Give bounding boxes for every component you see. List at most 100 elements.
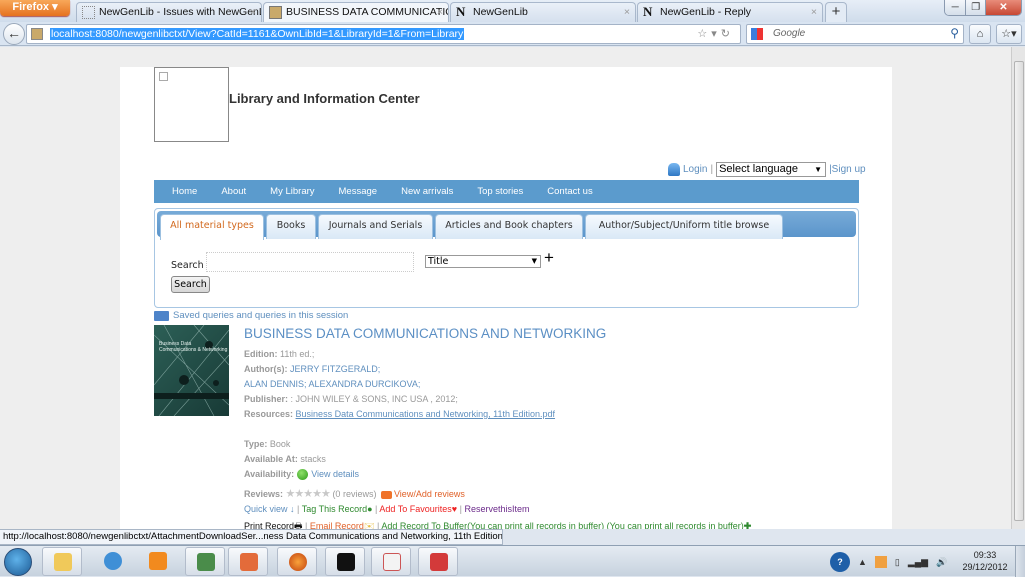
url-text[interactable]: localhost:8080/newgenlibctxt/View?CatId=… (50, 28, 465, 40)
taskbar-remote-desktop[interactable] (228, 547, 268, 576)
email-record-link[interactable]: Email Record (310, 521, 364, 529)
close-tab-icon[interactable]: × (811, 3, 817, 21)
search-button[interactable]: Search (171, 276, 210, 293)
menu-item-home[interactable]: Home (172, 186, 197, 197)
new-tab-button[interactable]: + (825, 2, 847, 22)
back-button[interactable]: ← (3, 23, 25, 45)
print-record-link[interactable]: Print Record (244, 521, 294, 529)
site-favicon-icon (31, 28, 43, 40)
reserve-item-link[interactable]: ReservethisItem (465, 504, 530, 514)
network-signal-icon[interactable]: ▂▄▆ (908, 557, 928, 568)
record-title[interactable]: BUSINESS DATA COMMUNICATIONS AND NETWORK… (244, 326, 606, 341)
battery-icon[interactable]: ▯ (895, 557, 900, 568)
author-link[interactable]: JERRY FITZGERALD; (290, 364, 380, 374)
edition-label: Edition: (244, 349, 278, 359)
search-field-value: Title (428, 256, 449, 267)
heart-icon: ♥ (451, 504, 458, 514)
close-tab-icon[interactable]: × (624, 3, 630, 21)
security-alert-icon[interactable] (874, 556, 887, 568)
authors-row-2[interactable]: ALAN DENNIS; ALEXANDRA DURCIKOVA; (244, 379, 420, 389)
help-info-icon[interactable]: ? (830, 552, 850, 572)
taskbar-internet-explorer[interactable] (93, 547, 133, 576)
firefox-menu-button[interactable]: Firefox ▾ (0, 0, 70, 16)
taskbar-java[interactable] (371, 547, 411, 576)
search-input[interactable] (206, 252, 414, 272)
tab-issues[interactable]: NewGenLib - Issues with NewGenLib ... × (76, 2, 262, 22)
home-button[interactable]: ⌂ (969, 24, 991, 44)
login-link[interactable]: Login (683, 164, 707, 175)
authors-row: Author(s): JERRY FITZGERALD; (244, 364, 380, 374)
tab-newgenlib-reply[interactable]: N NewGenLib - Reply × (637, 2, 823, 22)
bookmarks-button[interactable]: ☆▾ (996, 24, 1022, 44)
availability-label: Availability: (244, 469, 295, 479)
resource-pdf-link[interactable]: Business Data Communications and Network… (296, 409, 555, 419)
authors-label: Author(s): (244, 364, 288, 374)
search-bar[interactable]: Google ⚲ (746, 24, 964, 44)
tab-title: BUSINESS DATA COMMUNICATIONS... (286, 6, 448, 18)
show-hidden-icons-icon[interactable]: ▲ (858, 557, 867, 567)
tag-record-link[interactable]: Tag This Record (302, 504, 367, 514)
menu-item-about[interactable]: About (221, 186, 246, 197)
quick-view-link[interactable]: Quick view ↓ (244, 504, 295, 514)
available-at-label: Available At: (244, 454, 298, 464)
separator: | (297, 504, 300, 514)
scrollbar-thumb[interactable] (1014, 61, 1024, 521)
vertical-scrollbar[interactable] (1011, 47, 1025, 529)
star-icon[interactable]: ★ (303, 488, 313, 500)
menu-item-message[interactable]: Message (339, 186, 378, 197)
view-add-reviews-link[interactable]: View/Add reviews (394, 489, 465, 499)
taskbar-pdf-app[interactable] (418, 547, 458, 576)
page-icon (82, 6, 95, 19)
star-icon[interactable]: ★ (294, 488, 304, 500)
saved-queries-link[interactable]: Saved queries and queries in this sessio… (154, 310, 348, 321)
signup-link[interactable]: |Sign up (829, 164, 866, 175)
restore-button[interactable]: ❐ (966, 0, 986, 15)
star-icon[interactable]: ★ (321, 488, 331, 500)
add-favourites-link[interactable]: Add To Favourites (379, 504, 451, 514)
show-desktop-button[interactable] (1015, 546, 1025, 577)
taskbar-firefox[interactable] (277, 547, 317, 576)
search-panel: All material types Books Journals and Se… (154, 208, 859, 308)
tab-journals-serials[interactable]: Journals and Serials (318, 214, 433, 239)
tab-newgenlib[interactable]: N NewGenLib × (450, 2, 636, 22)
separator: | (459, 504, 462, 514)
minimize-button[interactable]: ─ (945, 0, 967, 15)
add-search-row-button[interactable]: + (544, 249, 554, 267)
search-field-select[interactable]: Title ▼ (425, 255, 541, 268)
bookmark-star-icon[interactable]: ☆▾↻ (697, 27, 734, 40)
taskbar-media-player[interactable] (138, 547, 178, 576)
dropdown-arrow-icon: ▼ (814, 164, 823, 174)
system-clock[interactable]: 09:33 29/12/2012 (960, 549, 1010, 573)
tab-author-subject-browse[interactable]: Author/Subject/Uniform title browse (585, 214, 783, 239)
star-icon[interactable]: ★ (312, 488, 322, 500)
close-window-button[interactable]: ✕ (985, 0, 1021, 15)
status-bar: http://localhost:8080/newgenlibctxt/Atta… (0, 529, 503, 545)
tab-title: NewGenLib (473, 6, 528, 18)
tab-articles-book-chapters[interactable]: Articles and Book chapters (435, 214, 583, 239)
menu-item-contact-us[interactable]: Contact us (547, 186, 592, 197)
tab-business-data[interactable]: BUSINESS DATA COMMUNICATIONS... × (263, 2, 449, 22)
taskbar-hp-app[interactable] (185, 547, 225, 576)
close-tab-icon[interactable]: × (437, 3, 443, 21)
close-tab-icon[interactable]: × (250, 3, 256, 21)
search-icon[interactable]: ⚲ (950, 26, 959, 40)
start-button[interactable] (4, 548, 32, 576)
tab-books[interactable]: Books (266, 214, 316, 239)
view-details-link[interactable]: View details (311, 469, 359, 479)
language-select[interactable]: Select language ▼ (716, 161, 827, 177)
comment-bubble-icon (380, 490, 392, 499)
taskbar-command-prompt[interactable] (325, 547, 365, 576)
clock-time: 09:33 (973, 550, 997, 560)
record-actions-row-2: Print Record🖶 | Email Record✉ | Add Reco… (244, 519, 751, 529)
taskbar-windows-explorer[interactable] (42, 547, 82, 576)
add-to-buffer-link[interactable]: Add Record To Buffer(You can print all r… (381, 521, 743, 529)
address-bar[interactable]: localhost:8080/newgenlibctxt/View?CatId=… (26, 24, 741, 44)
menu-item-my-library[interactable]: My Library (270, 186, 314, 197)
language-select-value: Select language (719, 162, 798, 175)
menu-item-top-stories[interactable]: Top stories (477, 186, 523, 197)
tab-all-material-types[interactable]: All material types (160, 214, 264, 240)
rating-stars[interactable]: ★★★★★ (286, 488, 331, 500)
edition-value: 11th ed.; (280, 349, 315, 359)
menu-item-new-arrivals[interactable]: New arrivals (401, 186, 453, 197)
volume-icon[interactable]: 🔊 (936, 557, 947, 568)
